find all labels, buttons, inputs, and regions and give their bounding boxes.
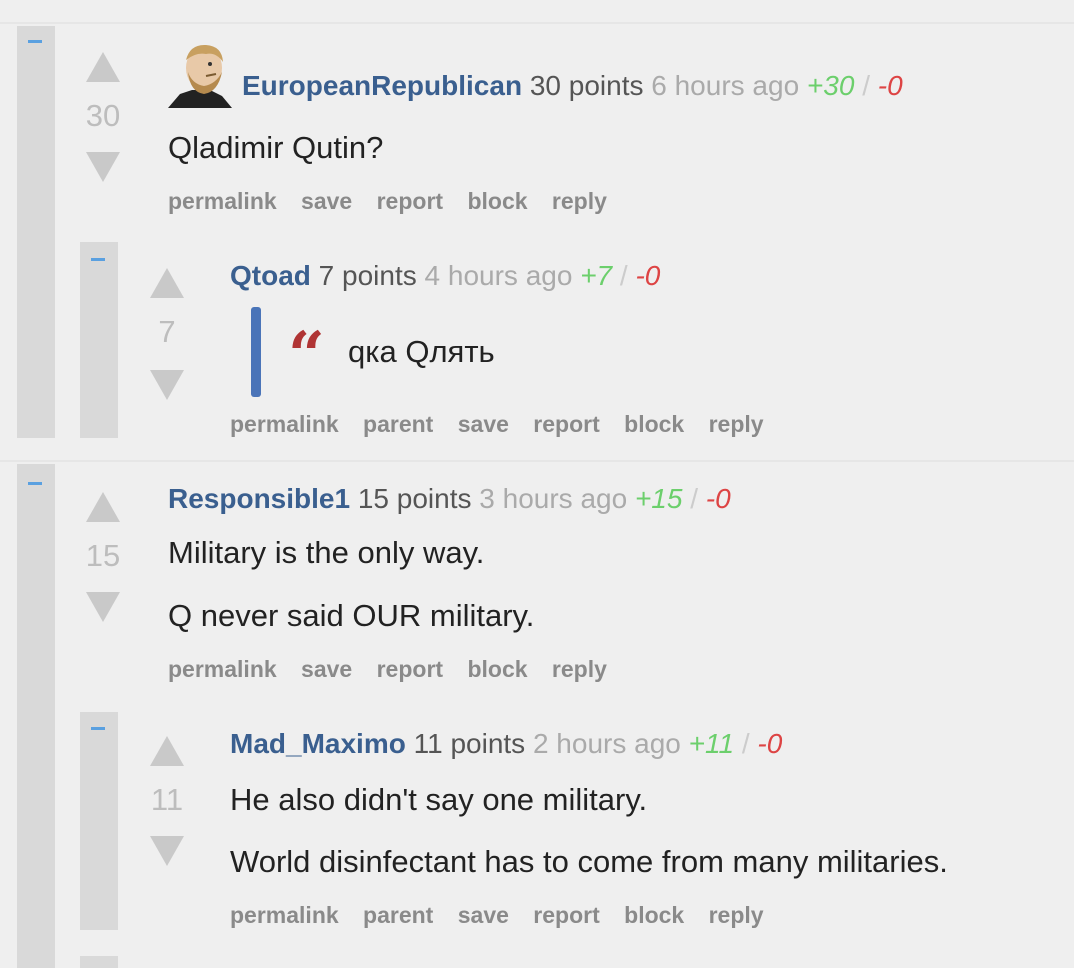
collapse-toggle[interactable]: [28, 482, 42, 485]
collapse-toggle[interactable]: [91, 258, 105, 261]
collapse-toggle[interactable]: [91, 727, 105, 730]
save-link[interactable]: save: [301, 188, 352, 214]
thread-collapse-bar[interactable]: [17, 26, 55, 438]
upvote-count: +15: [634, 483, 683, 514]
comment-body-line: He also didn't say one military.: [230, 782, 648, 817]
comment-actions: permalink save report block reply: [168, 188, 625, 215]
upvote-count: +11: [688, 728, 735, 759]
downvote-count: -0: [635, 260, 661, 291]
timestamp: 6 hours ago: [651, 70, 800, 101]
vote-divider: /: [741, 728, 750, 759]
thread-collapse-bar[interactable]: [17, 464, 55, 968]
reply-link[interactable]: reply: [552, 656, 607, 682]
comment-score: 11: [150, 782, 184, 817]
report-link[interactable]: report: [377, 188, 443, 214]
block-link[interactable]: block: [467, 656, 527, 682]
reply-link[interactable]: reply: [709, 411, 764, 437]
upvote-count: +7: [580, 260, 613, 291]
username-link[interactable]: EuropeanRepublican: [242, 70, 522, 101]
thread-separator: [0, 22, 1074, 24]
downvote-count: -0: [877, 70, 903, 101]
downvote-count: -0: [757, 728, 783, 759]
username-link[interactable]: Mad_Maximo: [230, 728, 406, 759]
comment-score: 7: [158, 314, 176, 349]
save-link[interactable]: save: [458, 902, 509, 928]
comment-actions: permalink parent save report block reply: [230, 411, 782, 438]
comment-body-line: Q never said OUR military.: [168, 598, 535, 633]
downvote-arrow-icon[interactable]: [150, 370, 184, 400]
thread-collapse-bar[interactable]: [80, 242, 118, 438]
comment-score: 30: [85, 98, 121, 133]
thread-collapse-bar[interactable]: [80, 712, 118, 930]
vote-divider: /: [619, 260, 628, 291]
upvote-arrow-icon[interactable]: [150, 268, 184, 298]
chad-avatar-icon[interactable]: [166, 42, 234, 110]
comment-body: Qladimir Qutin?: [168, 130, 384, 165]
block-link[interactable]: block: [624, 411, 684, 437]
block-link[interactable]: block: [467, 188, 527, 214]
comment-meta: Qtoad 7 points 4 hours ago +7 / -0: [230, 260, 660, 292]
username-link[interactable]: Qtoad: [230, 260, 311, 291]
upvote-arrow-icon[interactable]: [86, 52, 120, 82]
comment-meta: Mad_Maximo 11 points 2 hours ago +11 / -…: [230, 728, 782, 760]
comment-meta: EuropeanRepublican 30 points 6 hours ago…: [242, 70, 903, 102]
report-link[interactable]: report: [533, 902, 599, 928]
downvote-arrow-icon[interactable]: [86, 592, 120, 622]
quote-mark-icon: “: [288, 318, 325, 393]
permalink-link[interactable]: permalink: [168, 188, 277, 214]
timestamp: 3 hours ago: [479, 483, 628, 514]
timestamp: 2 hours ago: [532, 728, 681, 759]
upvote-count: +30: [806, 70, 855, 101]
save-link[interactable]: save: [301, 656, 352, 682]
downvote-count: -0: [705, 483, 731, 514]
comment-meta: Responsible1 15 points 3 hours ago +15 /…: [168, 483, 731, 515]
vote-divider: /: [862, 70, 870, 101]
comment-body-line: World disinfectant has to come from many…: [230, 844, 948, 879]
points: 11 points: [413, 728, 526, 759]
permalink-link[interactable]: permalink: [168, 656, 277, 682]
blockquote-text: qка Qлять: [348, 334, 495, 369]
upvote-arrow-icon[interactable]: [150, 736, 184, 766]
upvote-arrow-icon[interactable]: [86, 492, 120, 522]
comment-actions: permalink save report block reply: [168, 656, 625, 683]
parent-link[interactable]: parent: [363, 411, 433, 437]
vote-divider: /: [690, 483, 698, 514]
parent-link[interactable]: parent: [363, 902, 433, 928]
save-link[interactable]: save: [458, 411, 509, 437]
points: 30 points: [529, 70, 644, 101]
timestamp: 4 hours ago: [424, 260, 573, 291]
downvote-arrow-icon[interactable]: [86, 152, 120, 182]
reply-link[interactable]: reply: [552, 188, 607, 214]
username-link[interactable]: Responsible1: [168, 483, 350, 514]
block-link[interactable]: block: [624, 902, 684, 928]
reply-link[interactable]: reply: [709, 902, 764, 928]
thread-collapse-bar[interactable]: [80, 956, 118, 968]
comment-body-line: Military is the only way.: [168, 535, 485, 570]
points: 7 points: [318, 260, 417, 291]
points: 15 points: [357, 483, 472, 514]
collapse-toggle[interactable]: [28, 40, 42, 43]
thread-separator: [0, 460, 1074, 462]
report-link[interactable]: report: [377, 656, 443, 682]
comment-score: 15: [85, 538, 121, 573]
report-link[interactable]: report: [533, 411, 599, 437]
permalink-link[interactable]: permalink: [230, 902, 339, 928]
permalink-link[interactable]: permalink: [230, 411, 339, 437]
blockquote-bar: [251, 307, 261, 397]
downvote-arrow-icon[interactable]: [150, 836, 184, 866]
comment-actions: permalink parent save report block reply: [230, 902, 782, 929]
